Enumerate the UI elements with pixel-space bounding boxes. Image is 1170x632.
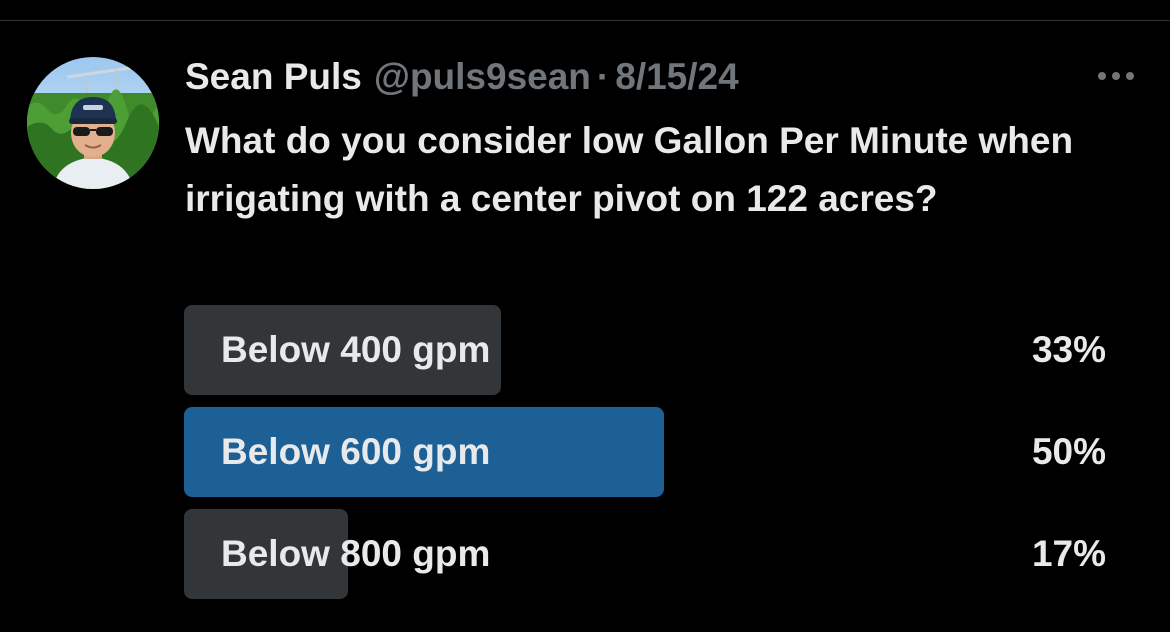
poll-option-label: Below 600 gpm: [221, 431, 491, 472]
poll-option-percent: 33%: [1031, 329, 1106, 370]
poll: Below 400 gpm 33% Below 600 gpm 50% Belo…: [184, 305, 1106, 611]
poll-option-percent: 17%: [1031, 533, 1106, 574]
avatar[interactable]: [27, 57, 159, 189]
tweet-header: Sean Puls @puls9sean · 8/15/24: [185, 54, 739, 100]
poll-option-label: Below 400 gpm: [221, 329, 491, 370]
header-separator: ·: [596, 56, 610, 97]
tweet-date[interactable]: 8/15/24: [615, 56, 738, 98]
more-horizontal-icon[interactable]: [1093, 64, 1139, 88]
poll-option-percent: 50%: [1031, 431, 1106, 472]
top-divider: [0, 20, 1170, 21]
poll-option-2[interactable]: Below 600 gpm 50%: [184, 407, 1106, 497]
author-handle[interactable]: @puls9sean: [374, 56, 591, 98]
author-name[interactable]: Sean Puls: [185, 56, 362, 98]
poll-option-1[interactable]: Below 400 gpm 33%: [184, 305, 1106, 395]
tweet-text: What do you consider low Gallon Per Minu…: [185, 120, 1074, 219]
poll-option-3[interactable]: Below 800 gpm 17%: [184, 509, 1106, 599]
poll-option-label: Below 800 gpm: [221, 533, 491, 574]
